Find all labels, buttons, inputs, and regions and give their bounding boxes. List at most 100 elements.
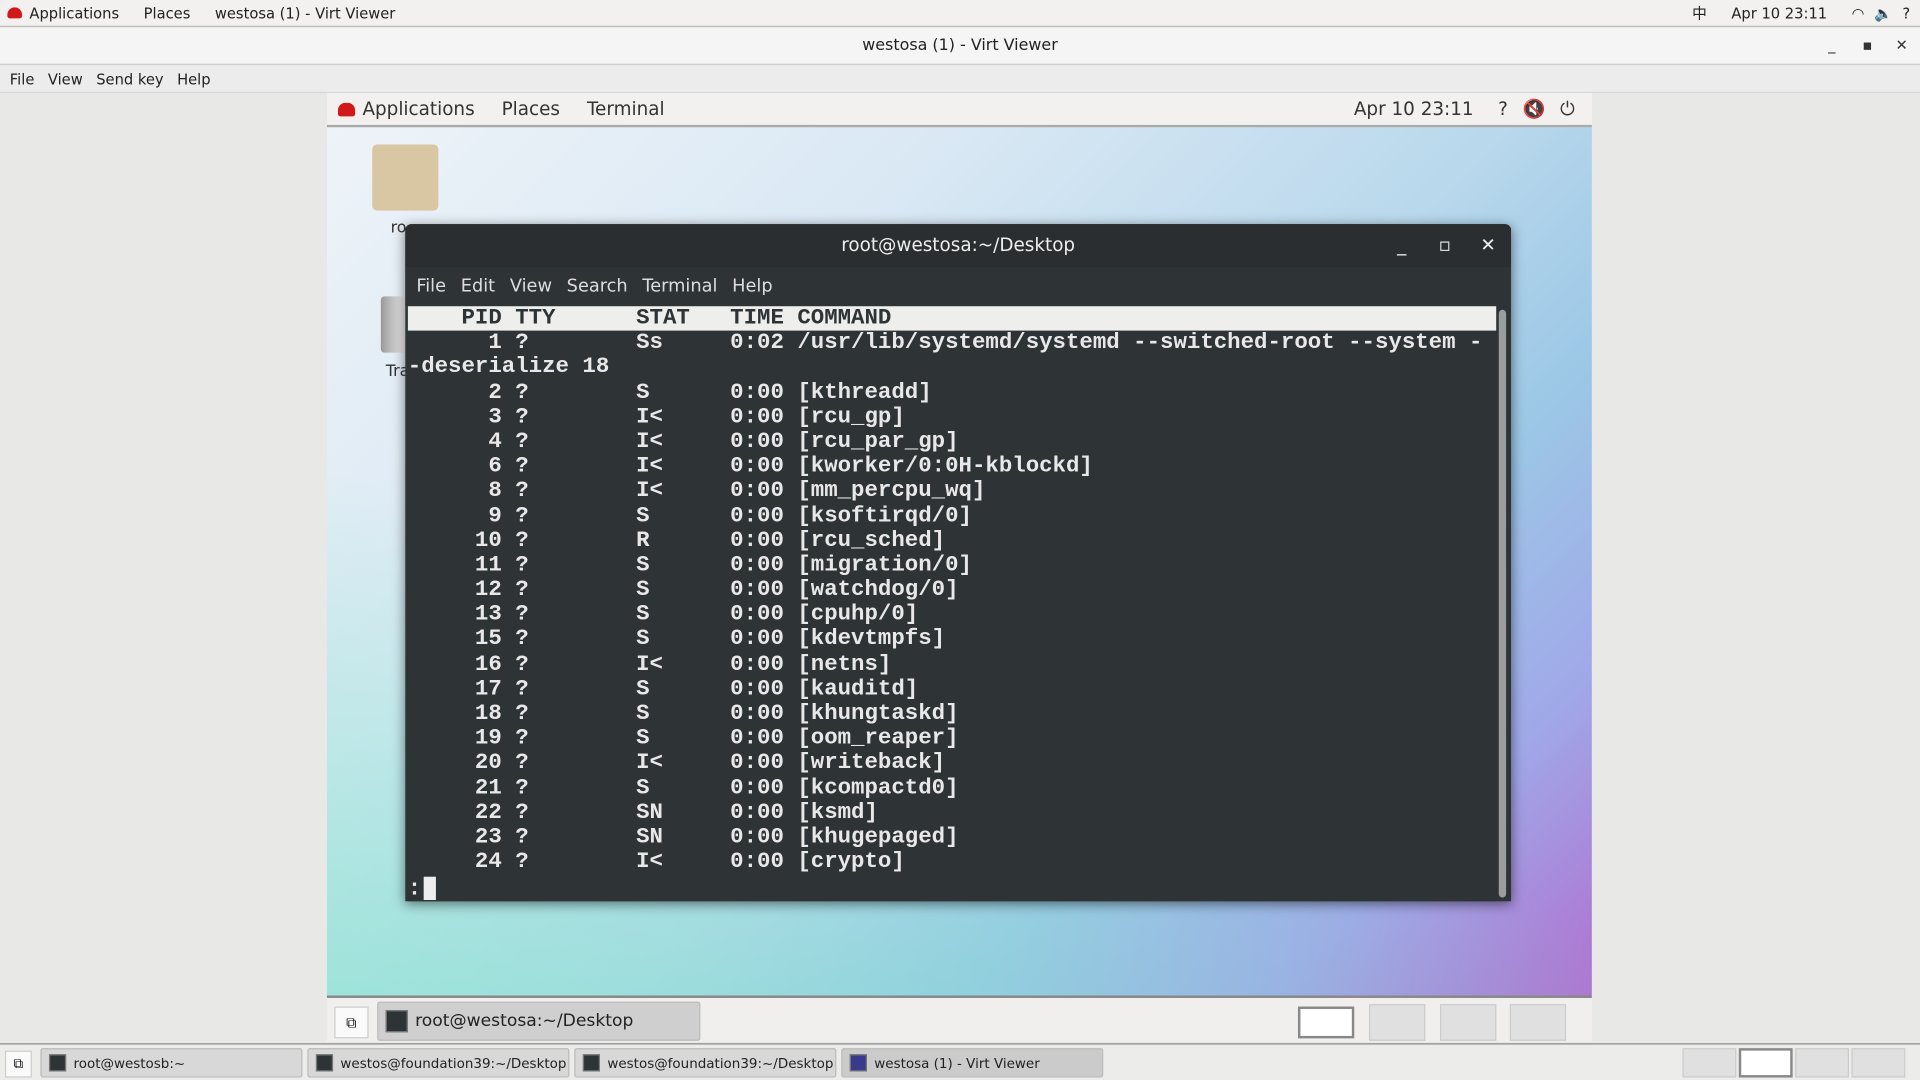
- process-line: 18 ? S 0:00 [khungtaskd]: [407, 701, 959, 727]
- workspace-3[interactable]: [1795, 1048, 1849, 1078]
- guest-taskbar: ⧉ root@westosa:~/Desktop: [326, 995, 1592, 1043]
- process-line: 12 ? S 0:00 [watchdog/0]: [407, 578, 959, 603]
- input-method-indicator[interactable]: 中: [1692, 2, 1707, 23]
- process-line: 3 ? I< 0:00 [rcu_gp]: [407, 405, 905, 430]
- workspace-4[interactable]: [1851, 1048, 1906, 1078]
- terminal-icon: [582, 1054, 601, 1072]
- process-line: 16 ? I< 0:00 [netns]: [407, 652, 892, 677]
- process-line: 19 ? S 0:00 [oom_reaper]: [407, 726, 959, 751]
- terminal-output[interactable]: PID TTY STAT TIME COMMAND 1 ? Ss 0:02 /u…: [407, 306, 1497, 902]
- pager-prompt[interactable]: :: [408, 877, 1497, 901]
- process-line: 8 ? I< 0:00 [mm_percpu_wq]: [407, 479, 986, 504]
- process-line: -deserialize 18: [407, 355, 610, 381]
- host-applications-menu[interactable]: Applications: [29, 4, 119, 21]
- host-clock[interactable]: Apr 10 23:11: [1731, 4, 1827, 21]
- home-folder-icon[interactable]: [372, 144, 439, 211]
- process-line: 2 ? S 0:00 [kthreadd]: [407, 380, 932, 405]
- terminal-title: root@westosa:~/Desktop: [841, 233, 1076, 256]
- menu-view[interactable]: View: [510, 277, 552, 297]
- redhat-logo-icon: [7, 7, 23, 19]
- guest-applications-menu[interactable]: Applications: [362, 98, 474, 120]
- volume-muted-icon[interactable]: 🔇: [1523, 98, 1546, 120]
- host-taskbar-item-active[interactable]: westosa (1) - Virt Viewer: [841, 1048, 1104, 1078]
- process-line: 10 ? R 0:00 [rcu_sched]: [407, 528, 946, 554]
- minimize-icon[interactable]: _: [1397, 224, 1406, 267]
- viewer-title-bar: westosa (1) - Virt Viewer _ ▪ ✕: [0, 28, 1920, 65]
- process-line: 9 ? S 0:00 [ksoftirqd/0]: [407, 503, 972, 529]
- terminal-title-bar[interactable]: root@westosa:~/Desktop _ ▫ ✕: [405, 224, 1512, 267]
- menu-send-key[interactable]: Send key: [96, 70, 163, 87]
- process-line: 21 ? S 0:00 [kcompactd0]: [407, 775, 959, 801]
- host-taskbar-item[interactable]: westos@foundation39:~/Desktop: [307, 1048, 570, 1078]
- terminal-icon: [385, 1010, 408, 1033]
- workspace-1[interactable]: [1682, 1048, 1737, 1078]
- process-line: 6 ? I< 0:00 [kworker/0:0H-kblockd]: [407, 454, 1093, 479]
- guest-taskbar-item[interactable]: root@westosa:~/Desktop: [377, 1001, 701, 1041]
- terminal-window: root@westosa:~/Desktop _ ▫ ✕ File Edit V…: [405, 224, 1512, 902]
- maximize-icon[interactable]: ▫: [1439, 224, 1451, 267]
- process-line: 1 ? Ss 0:02 /usr/lib/systemd/systemd --s…: [407, 330, 1483, 356]
- process-line: 11 ? S 0:00 [migration/0]: [407, 553, 972, 578]
- menu-file[interactable]: File: [416, 277, 446, 297]
- guest-display[interactable]: Applications Places Terminal Apr 10 23:1…: [326, 93, 1592, 1043]
- taskbar-item-label: root@westosb:~: [73, 1054, 186, 1071]
- menu-help[interactable]: Help: [177, 70, 211, 87]
- host-window-menu[interactable]: westosa (1) - Virt Viewer: [215, 4, 395, 21]
- host-top-bar: Applications Places westosa (1) - Virt V…: [0, 0, 1920, 27]
- menu-terminal[interactable]: Terminal: [642, 277, 717, 297]
- guest-clock[interactable]: Apr 10 23:11: [1354, 98, 1474, 120]
- process-line: 23 ? SN 0:00 [khugepaged]: [407, 825, 959, 850]
- process-line: 22 ? SN 0:00 [ksmd]: [407, 800, 878, 826]
- workspace-2[interactable]: [1738, 1048, 1793, 1078]
- guest-top-bar: Applications Places Terminal Apr 10 23:1…: [326, 93, 1592, 128]
- terminal-icon: [315, 1054, 334, 1072]
- menu-search[interactable]: Search: [567, 277, 628, 297]
- show-desktop-icon[interactable]: ⧉: [4, 1050, 32, 1078]
- close-icon[interactable]: ✕: [1896, 28, 1908, 64]
- viewer-menu-bar: File View Send key Help: [0, 66, 1920, 94]
- prompt-text: :: [407, 877, 422, 902]
- taskbar-item-label: westos@foundation39:~/Desktop: [340, 1054, 567, 1071]
- virt-viewer-icon: [849, 1054, 867, 1072]
- network-icon[interactable]: ?: [1498, 98, 1508, 120]
- cursor: [423, 877, 436, 901]
- taskbar-item-label: root@westosa:~/Desktop: [415, 1011, 634, 1032]
- terminal-icon: [48, 1054, 67, 1072]
- guest-desktop: ro Trash root@westosa:~/Desktop _ ▫ ✕ Fi…: [326, 127, 1592, 996]
- minimize-icon[interactable]: _: [1828, 28, 1835, 64]
- menu-edit[interactable]: Edit: [461, 277, 495, 297]
- scrollbar[interactable]: [1498, 309, 1507, 898]
- volume-icon[interactable]: 🔈: [1874, 4, 1892, 21]
- taskbar-item-label: westos@foundation39:~/Desktop: [607, 1054, 834, 1071]
- workspace-1[interactable]: [1297, 1006, 1355, 1039]
- host-places-menu[interactable]: Places: [144, 4, 191, 21]
- taskbar-item-label: westosa (1) - Virt Viewer: [874, 1054, 1040, 1071]
- help-icon[interactable]: ?: [1902, 4, 1910, 21]
- wifi-icon[interactable]: ◠: [1852, 4, 1865, 21]
- host-taskbar: ⧉ root@westosb:~ westos@foundation39:~/D…: [0, 1043, 1920, 1080]
- power-icon[interactable]: ⏻: [1560, 98, 1575, 120]
- redhat-logo-icon: [337, 102, 356, 116]
- menu-file[interactable]: File: [10, 70, 35, 87]
- show-desktop-icon[interactable]: ⧉: [334, 1006, 369, 1039]
- host-taskbar-item[interactable]: westos@foundation39:~/Desktop: [574, 1048, 837, 1078]
- workspace-2[interactable]: [1368, 1004, 1426, 1041]
- process-line: 13 ? S 0:00 [cpuhp/0]: [407, 602, 919, 628]
- menu-view[interactable]: View: [48, 70, 83, 87]
- guest-places-menu[interactable]: Places: [502, 98, 560, 120]
- host-taskbar-item[interactable]: root@westosb:~: [40, 1048, 303, 1078]
- workspace-3[interactable]: [1440, 1004, 1497, 1041]
- process-line: 20 ? I< 0:00 [writeback]: [407, 751, 946, 776]
- guest-terminal-menu[interactable]: Terminal: [587, 98, 665, 120]
- close-icon[interactable]: ✕: [1480, 224, 1495, 267]
- viewer-title: westosa (1) - Virt Viewer: [862, 36, 1058, 56]
- home-folder-label[interactable]: ro: [391, 219, 407, 237]
- terminal-menu-bar: File Edit View Search Terminal Help: [405, 266, 1512, 307]
- process-line: 15 ? S 0:00 [kdevtmpfs]: [407, 627, 946, 652]
- maximize-icon[interactable]: ▪: [1862, 28, 1872, 64]
- ps-header: PID TTY STAT TIME COMMAND: [407, 306, 1497, 331]
- process-line: 24 ? I< 0:00 [crypto]: [407, 849, 905, 875]
- process-line: 4 ? I< 0:00 [rcu_par_gp]: [407, 429, 959, 455]
- workspace-4[interactable]: [1509, 1004, 1567, 1041]
- menu-help[interactable]: Help: [732, 277, 772, 297]
